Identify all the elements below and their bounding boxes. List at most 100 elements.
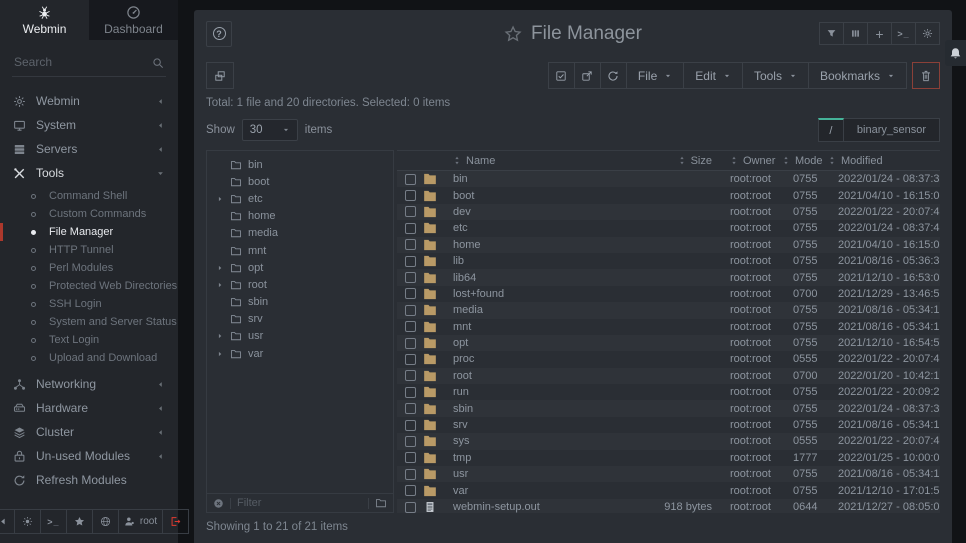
table-row[interactable]: bin root:root 0755 2022/01/24 - 08:37:31 xyxy=(397,171,940,187)
row-checkbox[interactable] xyxy=(405,206,416,217)
tree-item[interactable]: srv xyxy=(207,311,393,328)
breadcrumb-root[interactable]: / xyxy=(818,118,844,142)
sidebar-menu-item[interactable]: Webmin xyxy=(0,89,178,113)
columns-button[interactable] xyxy=(843,22,868,45)
sidebar-menu-item[interactable]: Tools xyxy=(0,161,178,185)
tree-item[interactable]: mnt xyxy=(207,242,393,259)
trash-button[interactable] xyxy=(912,62,940,89)
table-row[interactable]: home root:root 0755 2021/04/10 - 16:15:0… xyxy=(397,237,940,253)
search-input[interactable] xyxy=(12,49,166,77)
sort-icon[interactable] xyxy=(828,155,836,166)
notifications-tab[interactable] xyxy=(945,40,966,66)
row-checkbox[interactable] xyxy=(405,272,416,283)
collapse-sidebar-button[interactable] xyxy=(0,509,15,534)
file-name[interactable]: run xyxy=(453,386,628,398)
tree-item[interactable]: etc xyxy=(207,190,393,207)
sidebar-menu-item[interactable]: Hardware xyxy=(0,396,178,420)
export-button[interactable] xyxy=(574,62,601,89)
file-name[interactable]: usr xyxy=(453,468,628,480)
tree-filter-input[interactable] xyxy=(237,497,362,509)
shell-button[interactable]: >_ xyxy=(891,22,916,45)
sidebar-menu-item[interactable]: Un-used Modules xyxy=(0,444,178,468)
row-checkbox[interactable] xyxy=(405,403,416,414)
file-name[interactable]: root xyxy=(453,370,628,382)
column-header-modified[interactable]: Modified xyxy=(841,155,883,167)
breadcrumb-path[interactable]: binary_sensor xyxy=(844,118,940,142)
expand-arrow-icon[interactable] xyxy=(216,350,224,358)
column-header-mode[interactable]: Mode xyxy=(795,155,823,167)
tree-item[interactable]: media xyxy=(207,225,393,242)
table-row[interactable]: boot root:root 0755 2021/04/10 - 16:15:0… xyxy=(397,187,940,203)
table-row[interactable]: sys root:root 0555 2022/01/22 - 20:07:40 xyxy=(397,433,940,449)
filter-button[interactable] xyxy=(819,22,844,45)
theme-toggle-button[interactable] xyxy=(14,509,41,534)
file-name[interactable]: lib xyxy=(453,255,628,267)
file-name[interactable]: srv xyxy=(453,419,628,431)
bookmarks-menu[interactable]: Bookmarks xyxy=(808,62,907,89)
sidebar-submenu-item[interactable]: Upload and Download xyxy=(0,349,178,367)
clear-filter-icon[interactable] xyxy=(213,498,224,509)
file-name[interactable]: etc xyxy=(453,222,628,234)
expand-arrow-icon[interactable] xyxy=(216,281,224,289)
sidebar-submenu-item[interactable]: Custom Commands xyxy=(0,205,178,223)
row-checkbox[interactable] xyxy=(405,354,416,365)
settings-button[interactable] xyxy=(915,22,940,45)
page-size-select[interactable]: 30 xyxy=(242,119,298,141)
file-name[interactable]: home xyxy=(453,239,628,251)
column-header-name[interactable]: Name xyxy=(466,155,495,167)
column-header-owner[interactable]: Owner xyxy=(743,155,775,167)
select-view-button[interactable] xyxy=(206,62,234,89)
sidebar-menu-item[interactable]: Refresh Modules xyxy=(0,468,178,492)
table-row[interactable]: lost+found root:root 0700 2021/12/29 - 1… xyxy=(397,286,940,302)
file-name[interactable]: lost+found xyxy=(453,288,628,300)
table-row[interactable]: proc root:root 0555 2022/01/22 - 20:07:4… xyxy=(397,351,940,367)
expand-arrow-icon[interactable] xyxy=(216,195,224,203)
table-row[interactable]: opt root:root 0755 2021/12/10 - 16:54:57 xyxy=(397,335,940,351)
add-button[interactable]: + xyxy=(867,22,892,45)
file-name[interactable]: webmin-setup.out xyxy=(453,501,628,513)
tree-item[interactable]: usr xyxy=(207,328,393,345)
sidebar-submenu-item[interactable]: SSH Login xyxy=(0,295,178,313)
table-row[interactable]: lib root:root 0755 2021/08/16 - 05:36:30 xyxy=(397,253,940,269)
table-row[interactable]: sbin root:root 0755 2022/01/24 - 08:37:3… xyxy=(397,400,940,416)
table-row[interactable]: dev root:root 0755 2022/01/22 - 20:07:49 xyxy=(397,204,940,220)
file-name[interactable]: var xyxy=(453,485,628,497)
row-checkbox[interactable] xyxy=(405,387,416,398)
sort-icon[interactable] xyxy=(453,155,461,166)
sidebar-menu-item[interactable]: System xyxy=(0,113,178,137)
file-name[interactable]: mnt xyxy=(453,321,628,333)
row-checkbox[interactable] xyxy=(405,469,416,480)
tree-item[interactable]: sbin xyxy=(207,294,393,311)
file-name[interactable]: media xyxy=(453,304,628,316)
row-checkbox[interactable] xyxy=(405,420,416,431)
row-checkbox[interactable] xyxy=(405,239,416,250)
sidebar-submenu-item[interactable]: Text Login xyxy=(0,331,178,349)
tree-item[interactable]: opt xyxy=(207,259,393,276)
file-name[interactable]: proc xyxy=(453,353,628,365)
row-checkbox[interactable] xyxy=(405,288,416,299)
tree-item[interactable]: var xyxy=(207,345,393,362)
tree-item[interactable]: bin xyxy=(207,156,393,173)
language-button[interactable] xyxy=(92,509,119,534)
table-row[interactable]: root root:root 0700 2022/01/20 - 10:42:1… xyxy=(397,368,940,384)
sidebar-submenu-item[interactable]: HTTP Tunnel xyxy=(0,241,178,259)
table-row[interactable]: etc root:root 0755 2022/01/24 - 08:37:42 xyxy=(397,220,940,236)
tree-item[interactable]: home xyxy=(207,208,393,225)
terminal-button[interactable]: >_ xyxy=(40,509,67,534)
tree-item[interactable]: boot xyxy=(207,173,393,190)
table-row[interactable]: mnt root:root 0755 2021/08/16 - 05:34:12 xyxy=(397,319,940,335)
file-name[interactable]: boot xyxy=(453,190,628,202)
file-menu[interactable]: File xyxy=(626,62,684,89)
file-name[interactable]: lib64 xyxy=(453,272,628,284)
help-button[interactable]: ? xyxy=(206,21,232,47)
sidebar-submenu-item[interactable]: Command Shell xyxy=(0,187,178,205)
table-row[interactable]: media root:root 0755 2021/08/16 - 05:34:… xyxy=(397,302,940,318)
sort-icon[interactable] xyxy=(782,155,790,166)
sidebar-submenu-item[interactable]: Perl Modules xyxy=(0,259,178,277)
folder-icon[interactable] xyxy=(375,497,387,509)
row-checkbox[interactable] xyxy=(405,321,416,332)
sidebar-menu-item[interactable]: Servers xyxy=(0,137,178,161)
file-name[interactable]: sbin xyxy=(453,403,628,415)
row-checkbox[interactable] xyxy=(405,370,416,381)
row-checkbox[interactable] xyxy=(405,223,416,234)
